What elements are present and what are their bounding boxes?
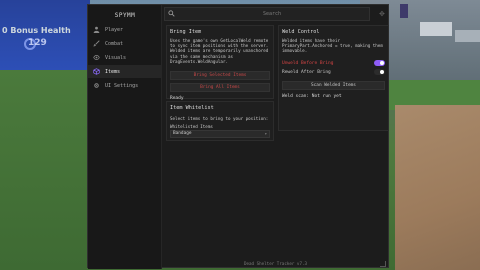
- footer-version: Dead Shelter Tracker v7.3: [243, 261, 308, 266]
- sidebar: SPYMM Player Combat Visuals Items UI Set…: [88, 5, 162, 269]
- search-bar: [164, 7, 370, 21]
- sidebar-item-player[interactable]: Player: [88, 23, 162, 36]
- bring-item-title: Bring Item: [170, 29, 202, 35]
- whitelist-description: Select items to bring to your position:: [170, 116, 269, 121]
- scan-actions: Scan Welded Items: [279, 77, 388, 90]
- brand-title: SPYMM: [114, 12, 136, 19]
- drag-move-icon[interactable]: ✥: [377, 9, 387, 19]
- weld-control-title: Weld Control: [282, 29, 320, 35]
- unweld-toggle[interactable]: [374, 60, 385, 67]
- whitelist-dropdown[interactable]: Bandage ▾: [170, 130, 270, 139]
- bring-item-actions: Bring Selected Items Bring All Items: [167, 67, 273, 93]
- search-input[interactable]: [177, 9, 367, 19]
- game-building: [0, 0, 90, 70]
- sidebar-item-label: Combat: [105, 40, 124, 47]
- whitelist-select-wrap: Bandage ▾: [167, 130, 273, 139]
- game-grass-left: [0, 70, 87, 270]
- hud-badge-value: 129: [28, 38, 47, 48]
- gear-icon: [92, 82, 100, 90]
- whitelist-selected-value: Bandage: [173, 131, 192, 137]
- sidebar-item-items[interactable]: Items: [88, 65, 162, 78]
- reweld-toggle-label: Reweld After Bring: [282, 69, 331, 75]
- scan-welded-items-button[interactable]: Scan Welded Items: [282, 80, 385, 90]
- sidebar-item-combat[interactable]: Combat: [88, 37, 162, 50]
- unweld-toggle-label: Unweld Before Bring: [282, 60, 334, 66]
- whitelist-panel: Item Whitelist Select items to bring to …: [166, 101, 274, 141]
- sword-icon: [92, 40, 100, 48]
- main-window: SPYMM Player Combat Visuals Items UI Set…: [87, 4, 389, 269]
- sidebar-item-label: Visuals: [105, 54, 127, 61]
- sidebar-item-label: Items: [105, 68, 121, 75]
- bring-item-panel: Bring Item Uses the game's own GetLocalW…: [166, 25, 274, 101]
- hud-health-text: 0 Bonus Health: [2, 26, 71, 35]
- sidebar-item-visuals[interactable]: Visuals: [88, 51, 162, 64]
- game-dirt-path: [395, 105, 480, 270]
- sidebar-item-label: UI Settings: [105, 82, 139, 89]
- resize-handle-icon[interactable]: [380, 261, 386, 267]
- bring-item-description: Uses the game's own GetLocalWeld remote …: [170, 38, 269, 64]
- whitelist-title: Item Whitelist: [170, 105, 214, 111]
- game-desk: [420, 22, 452, 36]
- weld-control-description: Welded items have their PrimaryPart.Anch…: [282, 38, 383, 54]
- game-desk-2: [455, 30, 480, 42]
- box-icon: [92, 68, 100, 76]
- bring-all-items-button[interactable]: Bring All Items: [170, 83, 270, 93]
- chevron-down-icon: ▾: [264, 131, 267, 137]
- search-icon: [168, 10, 176, 18]
- eye-icon: [92, 54, 100, 62]
- bring-selected-items-button[interactable]: Bring Selected Items: [170, 71, 270, 81]
- game-character: [400, 4, 408, 18]
- weld-control-panel: Weld Control Welded items have their Pri…: [278, 25, 389, 131]
- person-icon: [92, 26, 100, 34]
- weld-scan-status: Weld scan: Not run yet: [282, 93, 342, 99]
- sidebar-item-label: Player: [105, 26, 124, 33]
- sidebar-item-ui-settings[interactable]: UI Settings: [88, 79, 162, 92]
- reweld-toggle-row: Reweld After Bring: [279, 68, 388, 77]
- reweld-toggle[interactable]: [374, 69, 385, 76]
- sidebar-nav: Player Combat Visuals Items UI Settings: [88, 23, 162, 93]
- unweld-toggle-row: Unweld Before Bring: [279, 59, 388, 68]
